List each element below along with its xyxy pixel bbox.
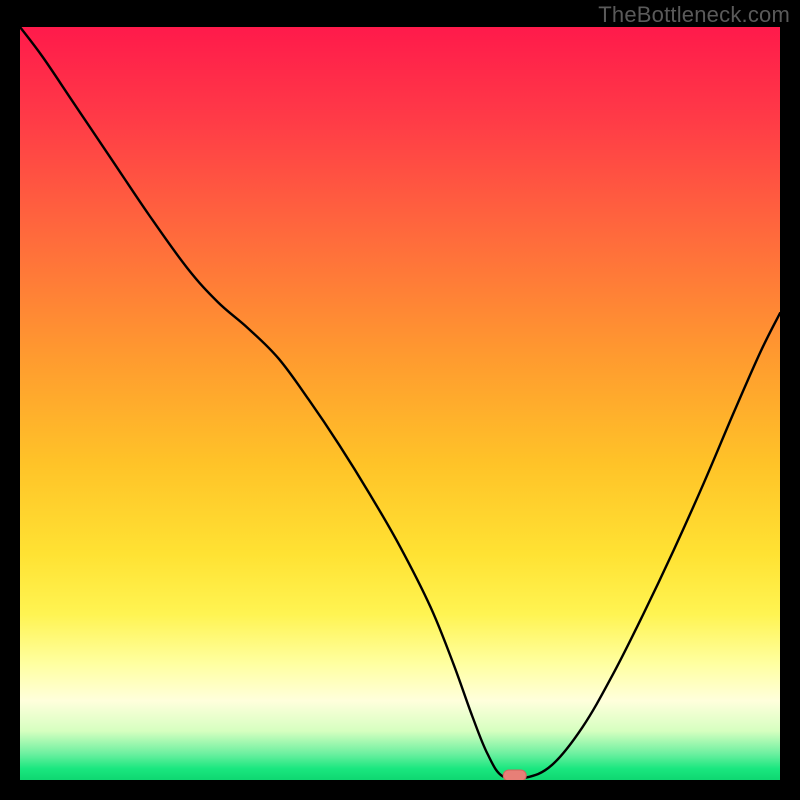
plot-area: [20, 27, 780, 780]
watermark-text: TheBottleneck.com: [598, 2, 790, 28]
optimal-marker: [503, 770, 526, 780]
gradient-rect: [20, 27, 780, 780]
chart-svg: [20, 27, 780, 780]
chart-frame: TheBottleneck.com: [0, 0, 800, 800]
